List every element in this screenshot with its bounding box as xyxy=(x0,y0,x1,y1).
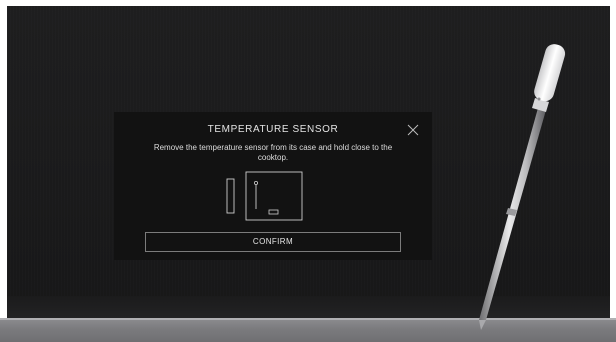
close-button[interactable] xyxy=(406,123,420,137)
sensor-case-icon xyxy=(245,171,303,221)
dialog-title: TEMPERATURE SENSOR xyxy=(207,124,339,135)
countertop-edge xyxy=(0,318,616,342)
cooktop-scene: TEMPERATURE SENSOR Remove the temperatur… xyxy=(0,0,616,342)
sensor-in-case-icon xyxy=(226,171,303,221)
close-icon xyxy=(407,124,419,136)
temperature-sensor-dialog: TEMPERATURE SENSOR Remove the temperatur… xyxy=(114,112,432,260)
confirm-button[interactable]: CONFIRM xyxy=(145,232,401,252)
dialog-message: Remove the temperature sensor from its c… xyxy=(153,143,393,162)
cooktop-front-band xyxy=(7,296,610,319)
sensor-outline-icon xyxy=(226,178,235,214)
countertop-highlight xyxy=(0,318,616,320)
